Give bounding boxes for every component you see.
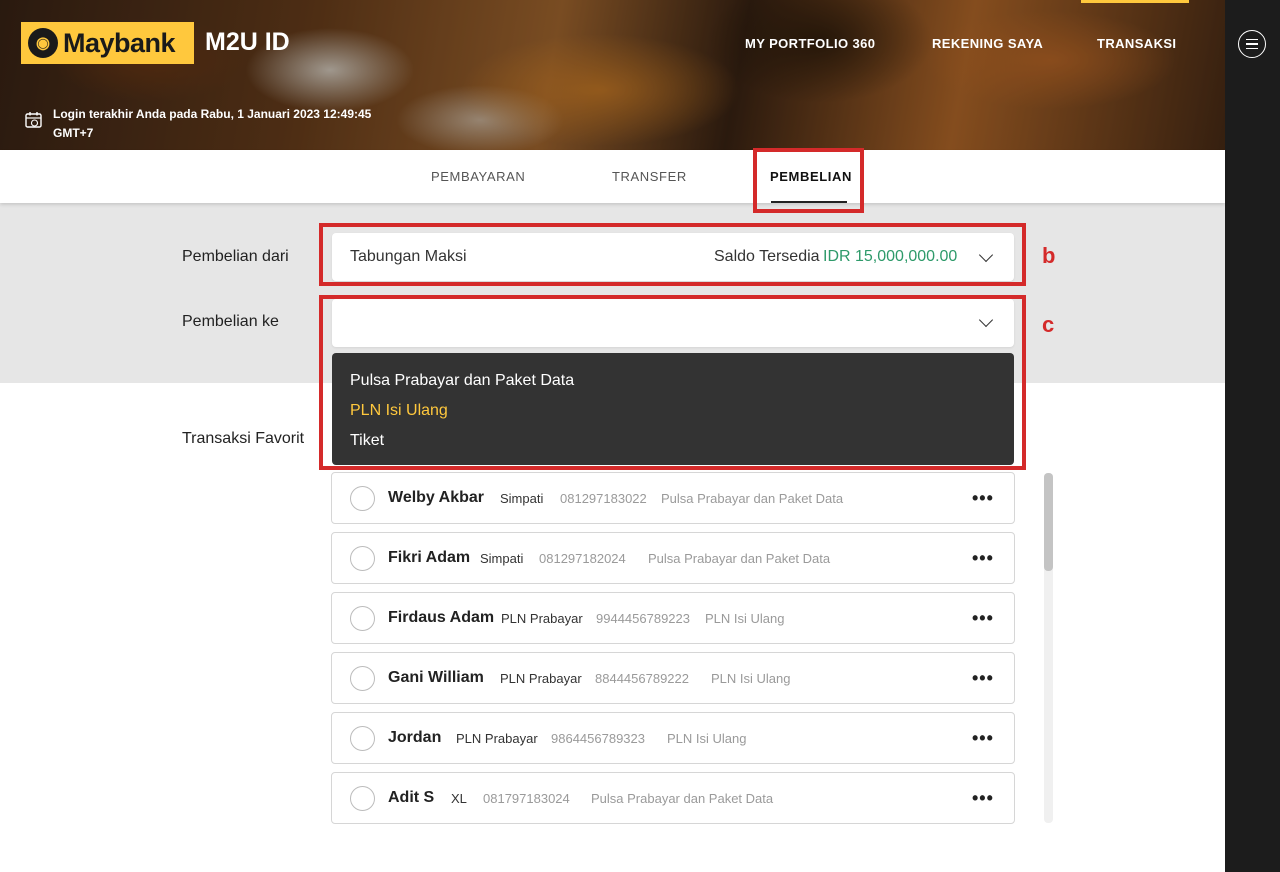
nav-transaksi[interactable]: TRANSAKSI (1097, 36, 1176, 51)
to-label: Pembelian ke (182, 313, 279, 330)
radio-button[interactable] (350, 606, 375, 631)
favorite-name: Fikri Adam (388, 549, 471, 566)
annotation-label-c: c (1042, 312, 1055, 337)
radio-button[interactable] (350, 726, 375, 751)
favorite-row[interactable]: Jordan PLN Prabayar 9864456789323 PLN Is… (331, 712, 1015, 764)
favorite-number: 9944456789223 (596, 611, 690, 626)
from-account-value: Tabungan Maksi (350, 248, 467, 265)
from-account-select[interactable]: Tabungan Maksi Saldo Tersedia IDR 15,000… (332, 233, 1014, 281)
favorite-name: Welby Akbar (388, 489, 485, 506)
favorite-number: 8844456789222 (595, 671, 689, 686)
tiger-emblem-icon: ◉ (28, 28, 58, 58)
favorite-provider: XL (451, 791, 467, 806)
more-options-icon[interactable]: ••• (972, 788, 994, 809)
right-rail (1225, 0, 1280, 872)
calendar-clock-icon (25, 112, 42, 128)
nav-my-portfolio[interactable]: MY PORTFOLIO 360 (745, 36, 875, 51)
radio-button[interactable] (350, 786, 375, 811)
nav-rekening-saya[interactable]: REKENING SAYA (932, 36, 1043, 51)
favorite-provider: Simpati (500, 491, 544, 506)
favorite-category: PLN Isi Ulang (705, 611, 785, 626)
hamburger-menu-icon[interactable] (1238, 30, 1266, 58)
annotation-label-b: b (1042, 243, 1056, 268)
last-login-info: Login terakhir Anda pada Rabu, 1 Januari… (53, 107, 372, 140)
tab-pembayaran[interactable]: PEMBAYARAN (431, 169, 525, 184)
favorite-provider: PLN Prabayar (501, 611, 583, 626)
chevron-down-icon (978, 247, 994, 263)
dropdown-option-tiket[interactable]: Tiket (350, 432, 384, 450)
to-purchase-select[interactable] (332, 299, 1014, 347)
transaction-tabs: PEMBAYARAN TRANSFER PEMBELIAN (0, 150, 1225, 203)
radio-button[interactable] (350, 666, 375, 691)
chevron-down-icon (978, 312, 994, 328)
from-label: Pembelian dari (182, 248, 289, 265)
app-title: M2U ID (205, 28, 290, 56)
favorite-category: Pulsa Prabayar dan Paket Data (648, 551, 831, 566)
favorite-category: Pulsa Prabayar dan Paket Data (661, 491, 844, 506)
active-nav-indicator (1081, 0, 1189, 3)
favorite-number: 081297183022 (560, 491, 647, 506)
balance-value: IDR 15,000,000.00 (823, 248, 958, 265)
favorite-name: Jordan (388, 729, 442, 746)
radio-button[interactable] (350, 546, 375, 571)
more-options-icon[interactable]: ••• (972, 488, 994, 509)
favorite-name: Gani William (388, 669, 484, 686)
favorite-provider: PLN Prabayar (456, 731, 538, 746)
favorite-category: Pulsa Prabayar dan Paket Data (591, 791, 774, 806)
favorite-number: 081297182024 (539, 551, 626, 566)
header-banner: ◉ Maybank M2U ID MY PORTFOLIO 360 REKENI… (0, 0, 1225, 150)
dropdown-option-pulsa[interactable]: Pulsa Prabayar dan Paket Data (350, 372, 574, 390)
dropdown-option-pln[interactable]: PLN Isi Ulang (350, 402, 448, 420)
favorite-row[interactable]: Firdaus Adam PLN Prabayar 9944456789223 … (331, 592, 1015, 644)
maybank-logo[interactable]: ◉ Maybank (21, 22, 194, 64)
more-options-icon[interactable]: ••• (972, 548, 994, 569)
logo-text: Maybank (63, 27, 176, 58)
active-tab-underline (771, 201, 847, 203)
favorite-category: PLN Isi Ulang (711, 671, 791, 686)
tab-transfer[interactable]: TRANSFER (612, 169, 687, 184)
favorite-row[interactable]: Welby Akbar Simpati 081297183022 Pulsa P… (331, 472, 1015, 524)
favorite-name: Adit S (388, 789, 435, 806)
favorite-name: Firdaus Adam (388, 609, 495, 626)
scrollbar-thumb[interactable] (1044, 473, 1053, 571)
favorite-row[interactable]: Adit S XL 081797183024 Pulsa Prabayar da… (331, 772, 1015, 824)
more-options-icon[interactable]: ••• (972, 608, 994, 629)
radio-button[interactable] (350, 486, 375, 511)
tab-pembelian[interactable]: PEMBELIAN (770, 169, 852, 184)
favorites-label: Transaksi Favorit (182, 430, 305, 447)
favorites-scrollbar[interactable] (1044, 473, 1053, 823)
balance-label: Saldo Tersedia (714, 248, 820, 265)
more-options-icon[interactable]: ••• (972, 728, 994, 749)
purchase-dropdown-menu: Pulsa Prabayar dan Paket Data PLN Isi Ul… (332, 353, 1014, 465)
favorite-category: PLN Isi Ulang (667, 731, 747, 746)
favorite-row[interactable]: Gani William PLN Prabayar 8844456789222 … (331, 652, 1015, 704)
favorite-provider: Simpati (480, 551, 524, 566)
favorite-number: 9864456789323 (551, 731, 645, 746)
favorite-provider: PLN Prabayar (500, 671, 582, 686)
more-options-icon[interactable]: ••• (972, 668, 994, 689)
favorite-number: 081797183024 (483, 791, 570, 806)
favorite-row[interactable]: Fikri Adam Simpati 081297182024 Pulsa Pr… (331, 532, 1015, 584)
